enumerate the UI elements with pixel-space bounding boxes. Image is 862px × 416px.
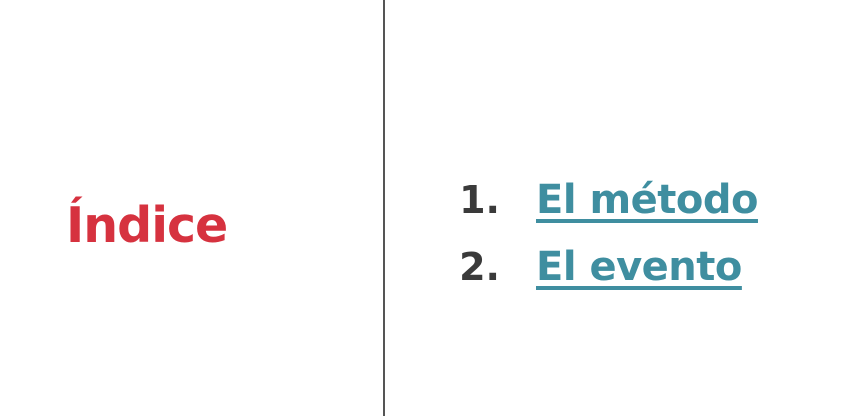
index-title: Índice (66, 196, 228, 254)
toc-item-number: 2. (459, 245, 500, 289)
toc-link-evento[interactable]: El evento (536, 247, 742, 287)
toc-item-number: 1. (459, 178, 500, 222)
toc-item-metodo: 1. El método (440, 180, 758, 247)
toc-link-metodo[interactable]: El método (536, 180, 758, 220)
vertical-divider (383, 0, 385, 416)
table-of-contents: 1. El método 2. El evento (440, 180, 758, 314)
toc-item-evento: 2. El evento (440, 247, 758, 314)
